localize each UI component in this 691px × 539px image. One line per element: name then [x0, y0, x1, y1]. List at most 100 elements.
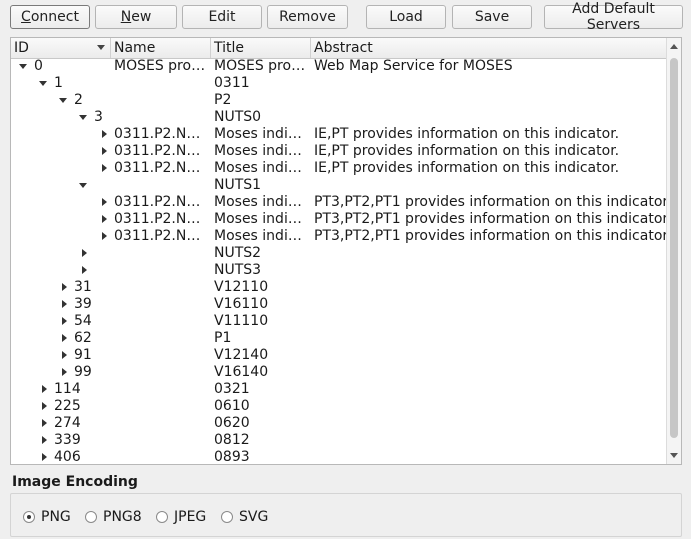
expand-arrow-icon[interactable] [37, 398, 51, 415]
tree-cell-abstract: IE,PT provides information on this indic… [314, 126, 620, 142]
sort-descending-icon [97, 45, 105, 50]
collapse-arrow-icon[interactable] [77, 177, 91, 194]
expand-arrow-icon[interactable] [97, 126, 111, 143]
tree-row[interactable]: 339 0812 [11, 432, 667, 449]
scroll-up-arrow-icon[interactable] [667, 40, 681, 54]
tree-row[interactable]: 91 V12140 [11, 347, 667, 364]
column-header-name[interactable]: Name [111, 38, 211, 58]
expand-arrow-icon[interactable] [37, 415, 51, 432]
tree-row[interactable]: 39 V16110 [11, 296, 667, 313]
tree-cell-abstract [314, 296, 669, 313]
tree-id-text: 31 [74, 279, 92, 295]
tree-row[interactable]: 0311.P2.N… Moses indi… IE,PT provides info… [11, 126, 667, 143]
tree-row[interactable]: 114 0321 [11, 381, 667, 398]
tree-cell-id: 2 [11, 92, 111, 109]
tree-cell-id: 0 [11, 58, 111, 75]
tree-id-text: 1 [54, 75, 63, 91]
tree-row[interactable]: 62 P1 [11, 330, 667, 347]
collapse-arrow-icon[interactable] [77, 109, 91, 126]
tree-row[interactable]: 0311.P2.N… Moses indi… PT3,PT2,PT1 provide… [11, 228, 669, 245]
tree-row[interactable]: 3 NUTS0 [11, 109, 667, 126]
tree-cell-abstract [314, 364, 669, 381]
expand-arrow-icon[interactable] [77, 262, 91, 279]
tree-cell-id: 114 [11, 381, 111, 398]
radio-jpeg[interactable]: JPEG [156, 509, 206, 525]
tree-cell-id [11, 228, 111, 245]
expand-arrow-icon[interactable] [57, 347, 71, 364]
expand-arrow-icon[interactable] [57, 279, 71, 296]
tree-row[interactable]: 274 0620 [11, 415, 667, 432]
tree-cell-name: 0311.P2.N… [114, 126, 201, 142]
collapse-arrow-icon[interactable] [57, 92, 71, 109]
expand-arrow-icon[interactable] [37, 449, 51, 464]
radio-label-svg: SVG [239, 509, 269, 525]
tree-row[interactable]: 0311.P2.N… Moses indi… PT3,PT2,PT1 provide… [11, 211, 669, 228]
radio-circle-svg[interactable] [221, 511, 233, 523]
vertical-scrollbar[interactable] [666, 38, 681, 464]
layer-tree[interactable]: ID Name Title Abstract 0 MOSES pro… MOSES … [10, 37, 682, 465]
tree-row[interactable]: 2 P2 [11, 92, 667, 109]
tree-row[interactable]: NUTS2 [11, 245, 667, 262]
tree-cell-abstract [314, 398, 669, 415]
tree-cell-title: P2 [214, 92, 232, 108]
expand-arrow-icon[interactable] [57, 296, 71, 313]
connect-button[interactable]: Connect [10, 5, 90, 29]
remove-button[interactable]: Remove [267, 5, 348, 29]
expand-arrow-icon[interactable] [97, 143, 111, 160]
tree-row[interactable]: NUTS1 [11, 177, 667, 194]
expand-arrow-icon[interactable] [97, 194, 111, 211]
tree-cell-id: 54 [11, 313, 111, 330]
radio-circle-jpeg[interactable] [156, 511, 168, 523]
edit-button[interactable]: Edit [182, 5, 262, 29]
tree-id-text: 339 [54, 432, 81, 448]
tree-cell-abstract [314, 449, 669, 464]
radio-png[interactable]: PNG [23, 509, 71, 525]
tree-header: ID Name Title Abstract [11, 38, 667, 59]
tree-cell-name [114, 364, 209, 381]
expand-arrow-icon[interactable] [57, 313, 71, 330]
tree-cell-abstract [314, 330, 669, 347]
column-header-id[interactable]: ID [11, 38, 111, 58]
tree-row[interactable]: 225 0610 [11, 398, 667, 415]
radio-circle-png8[interactable] [85, 511, 97, 523]
expand-arrow-icon[interactable] [57, 330, 71, 347]
tree-cell-abstract [314, 279, 669, 296]
scroll-down-arrow-icon[interactable] [667, 448, 681, 462]
new-button[interactable]: New [95, 5, 177, 29]
tree-row[interactable]: 1 0311 [11, 75, 667, 92]
tree-cell-name [114, 245, 209, 262]
expand-arrow-icon[interactable] [97, 211, 111, 228]
tree-cell-name [114, 296, 209, 313]
radio-png8[interactable]: PNG8 [85, 509, 142, 525]
tree-row[interactable]: NUTS3 [11, 262, 667, 279]
column-header-abstract[interactable]: Abstract [311, 38, 669, 58]
tree-cell-title: 0812 [214, 432, 250, 448]
expand-arrow-icon[interactable] [37, 432, 51, 449]
expand-arrow-icon[interactable] [57, 364, 71, 381]
tree-cell-name [114, 381, 209, 398]
expand-arrow-icon[interactable] [37, 381, 51, 398]
radio-circle-png[interactable] [23, 511, 35, 523]
tree-row[interactable]: 406 0893 [11, 449, 669, 464]
tree-cell-name [114, 347, 209, 364]
expand-arrow-icon[interactable] [97, 160, 111, 177]
tree-row[interactable]: 54 V11110 [11, 313, 667, 330]
tree-cell-title: Moses indi… [214, 194, 302, 210]
column-header-title[interactable]: Title [211, 38, 311, 58]
tree-row[interactable]: 0311.P2.N… Moses indi… PT3,PT2,PT1 provide… [11, 194, 669, 211]
collapse-arrow-icon[interactable] [17, 58, 31, 75]
add-default-servers-button[interactable]: Add Default Servers [544, 1, 683, 33]
scrollbar-thumb[interactable] [670, 58, 678, 438]
collapse-arrow-icon[interactable] [37, 75, 51, 92]
expand-arrow-icon[interactable] [77, 245, 91, 262]
tree-row[interactable]: 99 V16140 [11, 364, 667, 381]
load-button[interactable]: Load [366, 5, 446, 29]
expand-arrow-icon[interactable] [97, 228, 111, 245]
tree-row[interactable]: 0311.P2.N… Moses indi… IE,PT provides info… [11, 160, 667, 177]
tree-row[interactable]: 31 V12110 [11, 279, 667, 296]
tree-row[interactable]: 0 MOSES pro… MOSES pro… Web Map Service for… [11, 58, 667, 75]
tree-row[interactable]: 0311.P2.N… Moses indi… IE,PT provides info… [11, 143, 667, 160]
radio-svg[interactable]: SVG [221, 509, 268, 525]
tree-id-text: 274 [54, 415, 81, 431]
save-button[interactable]: Save [452, 5, 532, 29]
